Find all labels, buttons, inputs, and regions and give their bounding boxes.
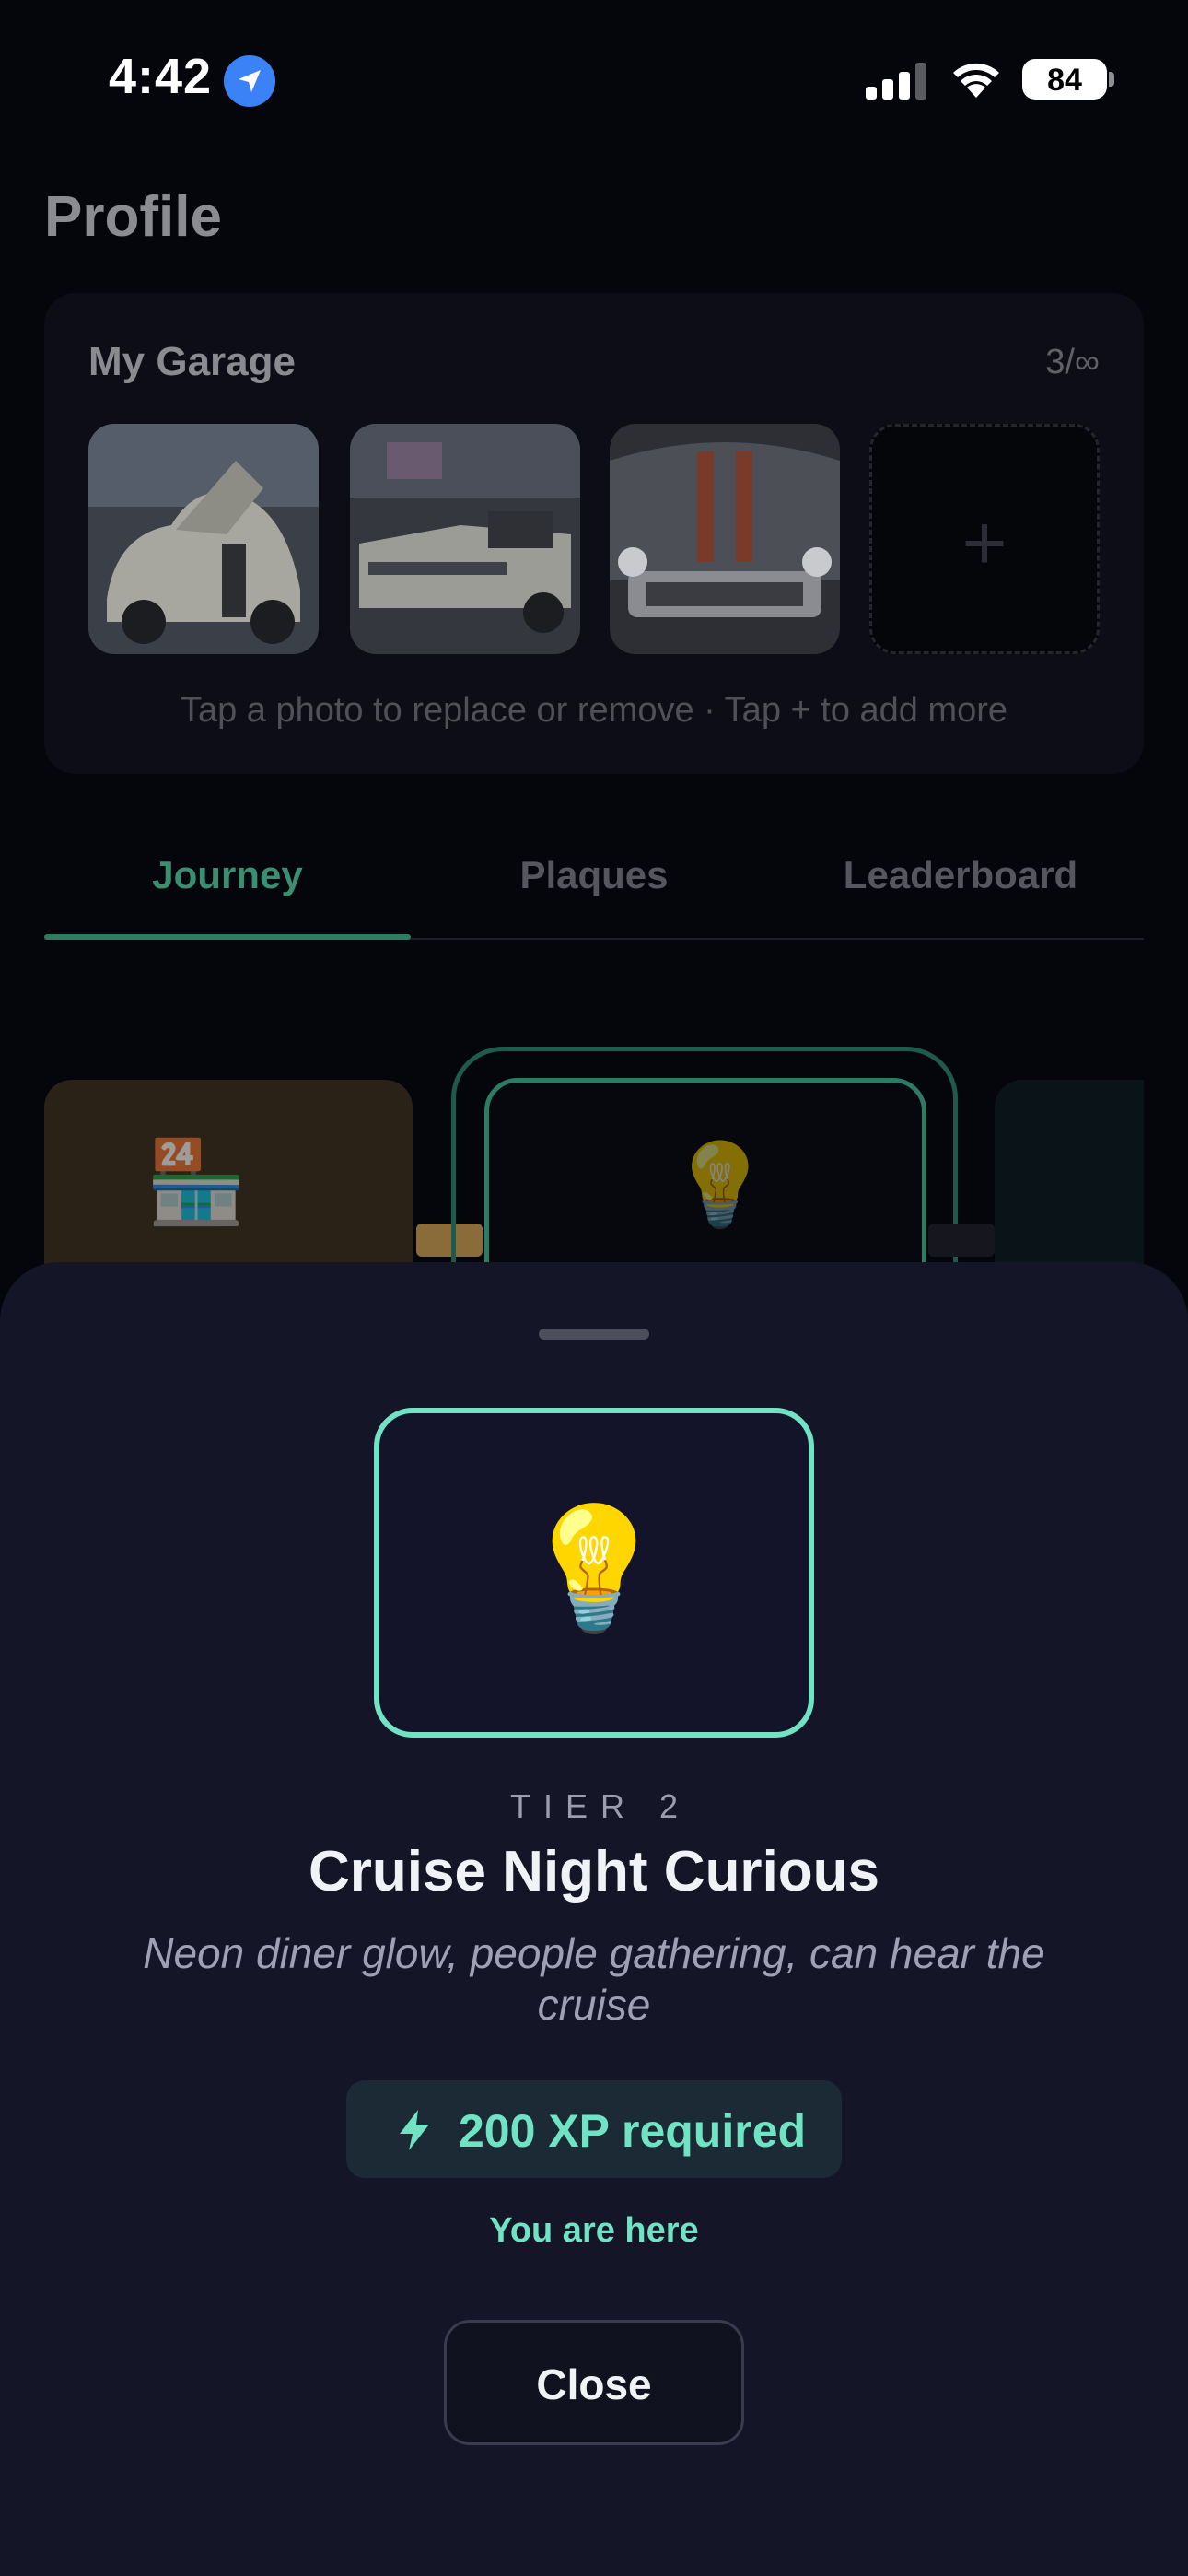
garage-card: My Garage 3/∞ + Tap a photo to replace o…: [44, 293, 1144, 774]
lightbulb-icon: 💡: [670, 1139, 771, 1230]
plus-icon: +: [961, 499, 1007, 586]
garage-hint: Tap a photo to replace or remove · Tap +…: [180, 691, 1008, 730]
profile-tabs: Journey Plaques Leaderboard: [44, 811, 1144, 940]
garage-photo[interactable]: [88, 424, 319, 654]
sheet-grabber[interactable]: [539, 1329, 649, 1340]
add-photo-button[interactable]: +: [869, 424, 1100, 654]
status-bar: 4:42 84: [0, 0, 1188, 157]
xp-requirement-text: 200 XP required: [459, 2105, 807, 2157]
tab-journey[interactable]: Journey: [44, 853, 411, 897]
close-button[interactable]: Close: [444, 2320, 744, 2445]
page-title: Profile: [44, 185, 222, 249]
battery-icon: 84: [1022, 59, 1107, 100]
journey-node-tier-1[interactable]: 🏪: [44, 1080, 413, 1271]
tier-detail-sheet: 💡 TIER 2 Cruise Night Curious Neon diner…: [0, 1262, 1188, 2576]
wifi-icon: [953, 63, 999, 98]
garage-photo[interactable]: [350, 424, 580, 654]
journey-track: 🏪 💡: [44, 1032, 1144, 1271]
battery-level: 84: [1047, 63, 1082, 98]
tier-title: Cruise Night Curious: [308, 1840, 880, 1903]
tab-plaques[interactable]: Plaques: [411, 853, 777, 897]
garage-photo[interactable]: [610, 424, 840, 654]
close-button-label: Close: [536, 2360, 652, 2408]
journey-connector-locked: [928, 1224, 995, 1257]
tab-leaderboard[interactable]: Leaderboard: [777, 853, 1144, 897]
status-time: 4:42: [109, 49, 213, 104]
tier-description: Neon diner glow, people gathering, can h…: [143, 1929, 1045, 2029]
journey-node-tier-2[interactable]: 💡: [484, 1078, 926, 1271]
tier-label: TIER 2: [509, 1787, 692, 1825]
diner-icon: 🏪: [146, 1136, 247, 1227]
battery-cap: [1109, 72, 1114, 87]
progress-status: You are here: [489, 2211, 699, 2250]
garage-count: 3/∞: [1045, 343, 1100, 381]
lightbulb-icon: 💡: [519, 1501, 669, 1635]
garage-title: My Garage: [88, 339, 296, 384]
xp-requirement-pill: 200 XP required: [346, 2080, 842, 2178]
journey-node-tier-3[interactable]: [995, 1080, 1144, 1271]
cellular-signal-icon: [866, 63, 930, 100]
tier-badge: 💡: [374, 1408, 814, 1738]
active-tab-indicator: [44, 934, 411, 940]
location-arrow-icon: [224, 55, 275, 107]
bolt-icon: [400, 2110, 429, 2150]
